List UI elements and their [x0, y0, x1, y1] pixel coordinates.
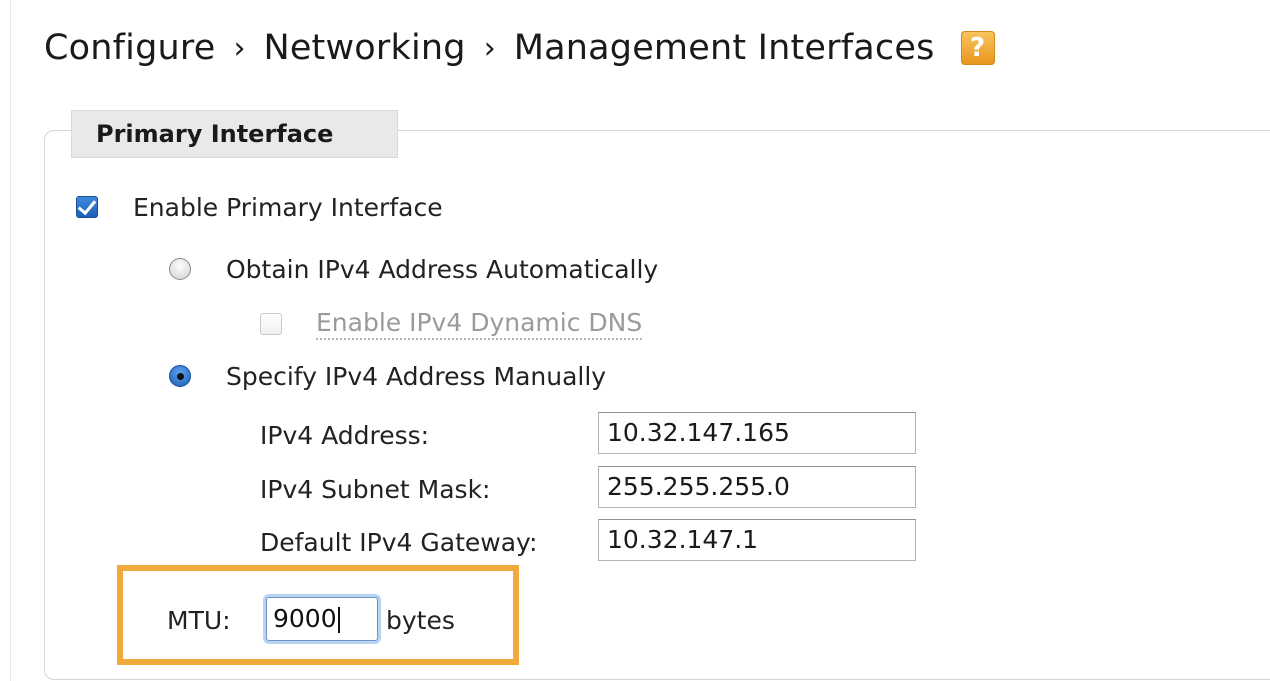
obtain-ipv4-auto-radio[interactable]: [169, 258, 191, 280]
default-ipv4-gateway-label: Default IPv4 Gateway:: [260, 528, 538, 557]
breadcrumb: Configure › Networking › Management Inte…: [44, 20, 995, 76]
ipv4-address-label: IPv4 Address:: [260, 421, 430, 450]
mtu-unit-label: bytes: [386, 606, 455, 635]
enable-dynamic-dns-checkbox: [260, 313, 282, 335]
obtain-ipv4-auto-row: Obtain IPv4 Address Automatically: [169, 254, 658, 284]
obtain-ipv4-auto-label[interactable]: Obtain IPv4 Address Automatically: [226, 255, 658, 284]
management-interfaces-page: Configure › Networking › Management Inte…: [0, 0, 1270, 681]
page-title: Management Interfaces: [513, 28, 935, 68]
breadcrumb-separator: ›: [483, 30, 496, 66]
enable-primary-interface-row: Enable Primary Interface: [76, 192, 443, 222]
breadcrumb-item-configure[interactable]: Configure: [44, 28, 215, 68]
left-border: [10, 0, 11, 681]
ipv4-subnet-mask-input[interactable]: 255.255.255.0: [598, 466, 916, 508]
primary-interface-legend: Primary Interface: [71, 110, 398, 158]
enable-primary-interface-checkbox[interactable]: [76, 196, 98, 218]
mtu-label: MTU:: [167, 606, 231, 635]
specify-ipv4-manual-row: Specify IPv4 Address Manually: [169, 361, 606, 391]
ipv4-address-input[interactable]: 10.32.147.165: [598, 412, 916, 454]
text-cursor: [337, 607, 340, 633]
breadcrumb-item-networking[interactable]: Networking: [263, 28, 465, 68]
specify-ipv4-manual-label[interactable]: Specify IPv4 Address Manually: [226, 362, 606, 391]
help-icon[interactable]: ?: [960, 31, 995, 65]
dynamic-dns-row: Enable IPv4 Dynamic DNS: [260, 307, 643, 341]
mtu-value: 9000: [273, 604, 337, 633]
enable-primary-interface-label[interactable]: Enable Primary Interface: [133, 193, 443, 222]
breadcrumb-separator: ›: [233, 30, 246, 66]
ipv4-subnet-mask-label: IPv4 Subnet Mask:: [260, 475, 491, 504]
specify-ipv4-manual-radio[interactable]: [169, 365, 191, 387]
default-ipv4-gateway-input[interactable]: 10.32.147.1: [598, 519, 916, 561]
mtu-input[interactable]: 9000: [266, 597, 378, 641]
enable-dynamic-dns-label: Enable IPv4 Dynamic DNS: [316, 308, 643, 340]
